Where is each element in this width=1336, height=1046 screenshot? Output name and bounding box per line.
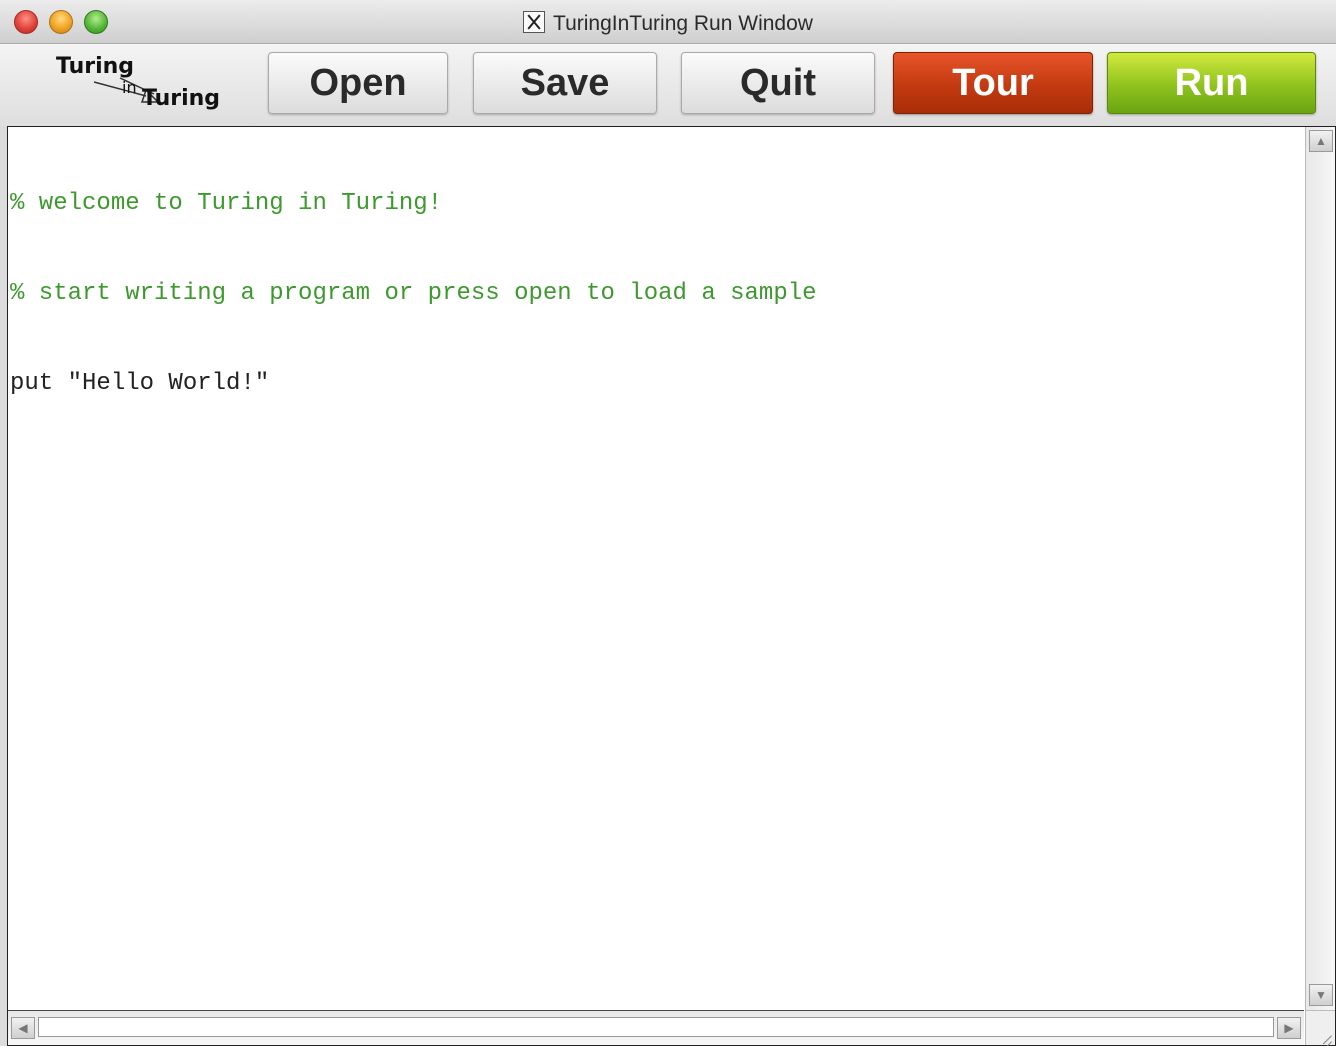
turing-in-turing-logo: Turing in Turing [50,52,220,116]
arrow-up-icon[interactable]: ▲ [1309,130,1333,152]
run-window: TuringInTuring Run Window Turing in Turi… [0,0,1336,1046]
arrow-right-icon[interactable]: ▶ [1277,1017,1301,1039]
x11-icon [523,11,546,33]
code-line[interactable]: put "Hello World!" [10,369,1304,399]
code-editor[interactable]: % welcome to Turing in Turing! % start w… [8,127,1304,1010]
code-line[interactable]: % start writing a program or press open … [10,279,1304,309]
logo-text-in: in [122,78,137,97]
arrow-left-icon[interactable]: ◀ [11,1017,35,1039]
horizontal-scroll-track[interactable] [38,1017,1274,1037]
horizontal-scrollbar[interactable]: ◀ ▶ [8,1010,1304,1045]
vertical-scrollbar[interactable]: ▲ ▼ [1305,127,1335,1010]
window-title: TuringInTuring Run Window [0,11,1336,36]
editor-frame: % welcome to Turing in Turing! % start w… [7,126,1336,1046]
open-button[interactable]: Open [268,52,448,114]
window-title-text: TuringInTuring Run Window [553,12,813,35]
toolbar: Turing in Turing Open Save Quit Tour Run [0,44,1336,126]
quit-button[interactable]: Quit [681,52,875,114]
code-line[interactable]: % welcome to Turing in Turing! [10,189,1304,219]
run-button[interactable]: Run [1107,52,1316,114]
logo-text-turing-1: Turing [56,54,135,79]
save-button[interactable]: Save [473,52,657,114]
logo-text-turing-2: Turing [142,86,221,111]
tour-button[interactable]: Tour [893,52,1093,114]
arrow-down-icon[interactable]: ▼ [1309,984,1333,1006]
resize-grip-icon[interactable] [1305,1010,1335,1045]
title-bar[interactable]: TuringInTuring Run Window [0,0,1336,44]
